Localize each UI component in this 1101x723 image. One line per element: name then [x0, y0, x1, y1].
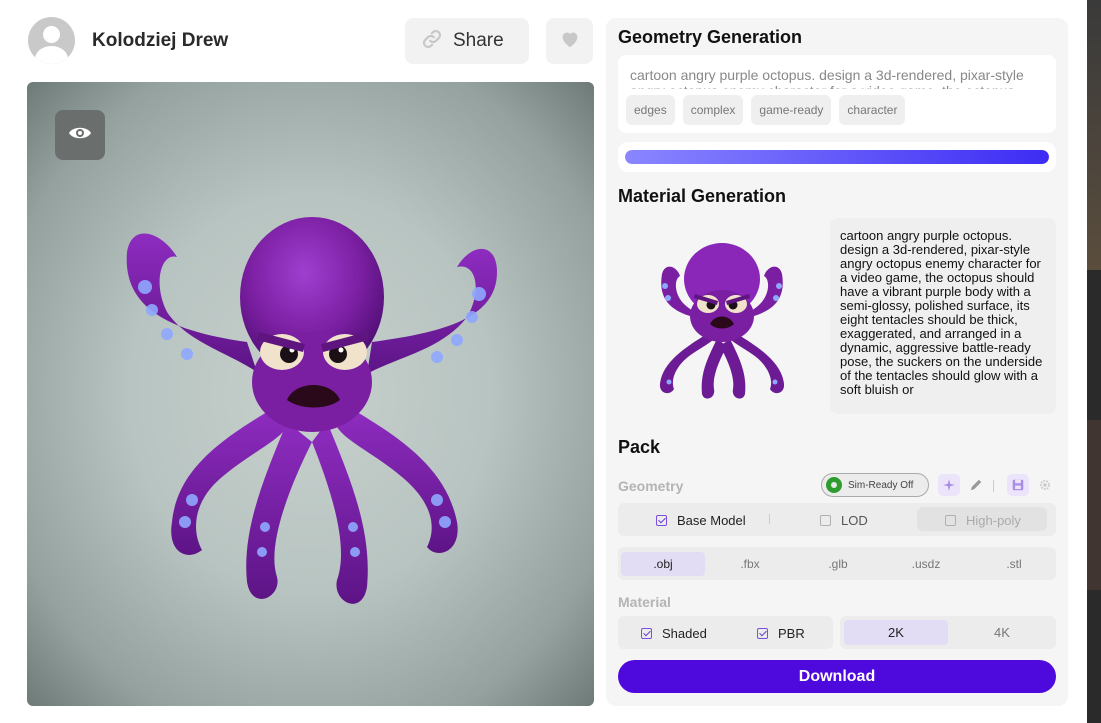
material-card: cartoon angry purple octopus. design a 3… — [618, 212, 1056, 414]
pencil-icon[interactable] — [965, 474, 987, 496]
octopus-render — [126, 217, 497, 604]
lod-label: LOD — [841, 513, 868, 528]
sparkle-icon[interactable] — [938, 474, 960, 496]
base-model-label: Base Model — [677, 513, 746, 528]
pack-title: Pack — [618, 437, 661, 457]
divider — [769, 514, 770, 524]
high-poly-option[interactable]: High-poly — [945, 513, 1021, 528]
background-page-peek — [1087, 0, 1101, 723]
high-poly-label: High-poly — [966, 513, 1021, 528]
background-thumbnail — [1087, 420, 1101, 590]
avatar[interactable] — [28, 17, 75, 64]
toggle-view-button[interactable] — [55, 110, 105, 160]
shaded-option[interactable]: Shaded — [641, 626, 707, 641]
pbr-label: PBR — [778, 626, 805, 641]
base-model-option[interactable]: Base Model — [656, 513, 746, 528]
model-preview[interactable] — [27, 82, 594, 706]
progress-track — [625, 150, 1049, 164]
format-glb[interactable]: .glb — [798, 552, 878, 576]
geometry-prompt-card: cartoon angry purple octopus. design a 3… — [618, 55, 1056, 133]
like-button[interactable] — [546, 18, 593, 64]
sim-ready-toggle[interactable]: Sim-Ready Off — [821, 473, 929, 497]
background-thumbnail — [1087, 0, 1101, 270]
format-fbx[interactable]: .fbx — [710, 552, 790, 576]
tag-list: edges complex game-ready character — [626, 95, 906, 125]
sim-ready-label: Sim-Ready Off — [848, 479, 914, 491]
high-poly-checkbox[interactable] — [945, 515, 956, 526]
geometry-label: Geometry — [618, 478, 684, 494]
format-usdz[interactable]: .usdz — [886, 552, 966, 576]
resolution-4k[interactable]: 4K — [952, 620, 1052, 645]
link-icon — [421, 28, 443, 55]
geometry-prompt-text[interactable]: cartoon angry purple octopus. design a 3… — [630, 67, 1040, 89]
share-label: Share — [453, 30, 504, 51]
tag-chip[interactable]: game-ready — [751, 95, 832, 125]
material-prompt-text[interactable]: cartoon angry purple octopus. design a 3… — [830, 218, 1056, 414]
share-button[interactable]: Share — [405, 18, 529, 64]
base-model-checkbox[interactable] — [656, 515, 667, 526]
tag-chip[interactable]: edges — [626, 95, 675, 125]
user-name[interactable]: Kolodziej Drew — [92, 30, 228, 52]
lod-option[interactable]: LOD — [820, 513, 868, 528]
format-stl[interactable]: .stl — [974, 552, 1054, 576]
material-thumbnail[interactable] — [632, 224, 812, 404]
eye-icon — [68, 125, 92, 146]
avatar-body — [35, 46, 68, 64]
pbr-checkbox[interactable] — [757, 628, 768, 639]
material-generation-title: Material Generation — [618, 186, 787, 206]
shaded-label: Shaded — [662, 626, 707, 641]
format-obj[interactable]: .obj — [621, 552, 705, 576]
heart-icon — [560, 30, 580, 53]
save-icon[interactable] — [1007, 474, 1029, 496]
tag-chip[interactable]: character — [839, 95, 906, 125]
download-button[interactable]: Download — [618, 660, 1056, 693]
geometry-generation-title: Geometry Generation — [618, 27, 803, 47]
material-label: Material — [618, 594, 671, 610]
pbr-option[interactable]: PBR — [757, 626, 805, 641]
lod-checkbox[interactable] — [820, 515, 831, 526]
avatar-head — [43, 26, 60, 43]
divider — [993, 480, 994, 492]
shaded-checkbox[interactable] — [641, 628, 652, 639]
toggle-knob — [826, 477, 842, 493]
geometry-progress — [618, 142, 1056, 172]
resolution-2k[interactable]: 2K — [844, 620, 948, 645]
tag-chip[interactable]: complex — [682, 95, 744, 125]
progress-fill — [625, 150, 1049, 164]
model-detail-modal: Kolodziej Drew Share Geometry Generation… — [0, 0, 1087, 723]
gear-icon[interactable] — [1034, 474, 1056, 496]
